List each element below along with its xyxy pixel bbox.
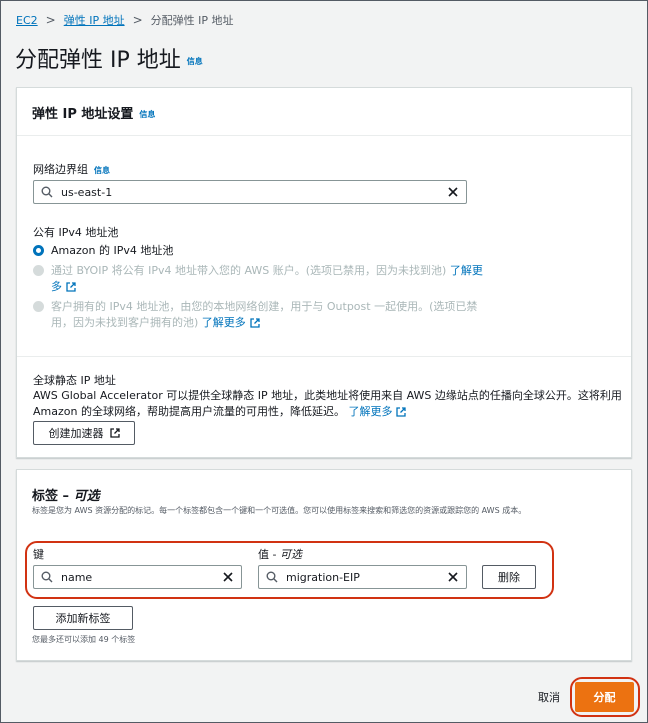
network-border-group-input[interactable]: us-east-1 (33, 180, 467, 204)
learn-more-link[interactable]: 了解更 (450, 264, 483, 277)
radio-label-cont: 用，因为未找到客户拥有的池) (51, 316, 199, 329)
tags-description: 标签是您为 AWS 资源分配的标记。每一个标签都包含一个键和一个可选值。您可以使… (32, 506, 527, 515)
learn-more-link[interactable]: 了解更多 (202, 316, 246, 329)
radio-byoip-pool: 通过 BYOIP 将公有 IPv4 地址带入您的 AWS 账户。(选项已禁用，因… (33, 263, 493, 295)
external-link-icon (66, 282, 76, 292)
global-accelerator-description: AWS Global Accelerator 可以提供全球静态 IP 地址，此类… (33, 388, 623, 420)
settings-title: 弹性 IP 地址设置 (32, 107, 134, 122)
label-text: 网络边界组 (33, 163, 88, 176)
external-link-icon (396, 407, 407, 417)
radio-disabled-icon (33, 265, 44, 276)
description-text-cont: Amazon 的全球网络，帮助提高用户流量的可用性，降低延迟。 (33, 405, 345, 418)
info-link[interactable]: 信息 (94, 166, 110, 175)
input-value: us-east-1 (61, 185, 113, 199)
clear-icon[interactable] (447, 186, 459, 198)
allocate-button[interactable]: 分配 (575, 682, 634, 712)
breadcrumb-elastic-ip[interactable]: 弹性 IP 地址 (64, 12, 125, 28)
info-link[interactable]: 信息 (139, 110, 155, 119)
tag-limit-note: 您最多还可以添加 49 个标签 (32, 635, 136, 644)
chevron-right-icon: > (132, 13, 143, 27)
elastic-ip-settings-panel: 弹性 IP 地址设置 信息 网络边界组 信息 us-east-1 公有 IPv4 地… (16, 87, 632, 458)
learn-more-link[interactable]: 了解更多 (348, 405, 392, 418)
radio-selected-icon[interactable] (33, 245, 44, 256)
external-link-icon (109, 428, 120, 438)
button-label: 创建加速器 (48, 427, 104, 440)
cancel-button[interactable]: 取消 (538, 689, 560, 705)
settings-header: 弹性 IP 地址设置 信息 (17, 88, 631, 136)
divider (17, 356, 631, 357)
annotation-highlight (25, 541, 554, 599)
global-static-ip-label: 全球静态 IP 地址 (33, 374, 116, 387)
network-border-group-label: 网络边界组 信息 (33, 161, 110, 177)
radio-label: 通过 BYOIP 将公有 IPv4 地址带入您的 AWS 账户。(选项已禁用，因… (51, 264, 447, 277)
create-accelerator-button[interactable]: 创建加速器 (33, 421, 135, 445)
ipv4-pool-label: 公有 IPv4 地址池 (33, 226, 119, 239)
add-new-tag-button[interactable]: 添加新标签 (33, 606, 133, 630)
radio-amazon-pool[interactable]: Amazon 的 IPv4 地址池 (33, 243, 173, 259)
breadcrumb-ec2[interactable]: EC2 (16, 14, 38, 27)
external-link-icon (250, 318, 260, 328)
learn-more-link-cont[interactable]: 多 (51, 280, 62, 293)
breadcrumb: EC2 > 弹性 IP 地址 > 分配弹性 IP 地址 (16, 12, 234, 28)
radio-label: Amazon 的 IPv4 地址池 (51, 244, 174, 257)
page-title-text: 分配弹性 IP 地址 (15, 48, 181, 73)
radio-customer-owned-pool: 客户拥有的 IPv4 地址池，由您的本地网络创建，用于与 Outpost 一起使… (33, 299, 483, 331)
page-title: 分配弹性 IP 地址 信息 (15, 42, 203, 74)
search-icon (41, 186, 53, 198)
description-text: AWS Global Accelerator 可以提供全球静态 IP 地址，此类… (33, 389, 622, 402)
radio-label: 客户拥有的 IPv4 地址池，由您的本地网络创建，用于与 Outpost 一起使… (51, 300, 478, 313)
radio-disabled-icon (33, 301, 44, 312)
breadcrumb-current: 分配弹性 IP 地址 (150, 14, 234, 27)
info-link[interactable]: 信息 (187, 57, 203, 66)
tags-title: 标签 – 可选 (32, 485, 100, 504)
chevron-right-icon: > (45, 13, 56, 27)
optional-text: 可选 (73, 489, 100, 504)
tags-title-text: 标签 – (32, 489, 74, 504)
